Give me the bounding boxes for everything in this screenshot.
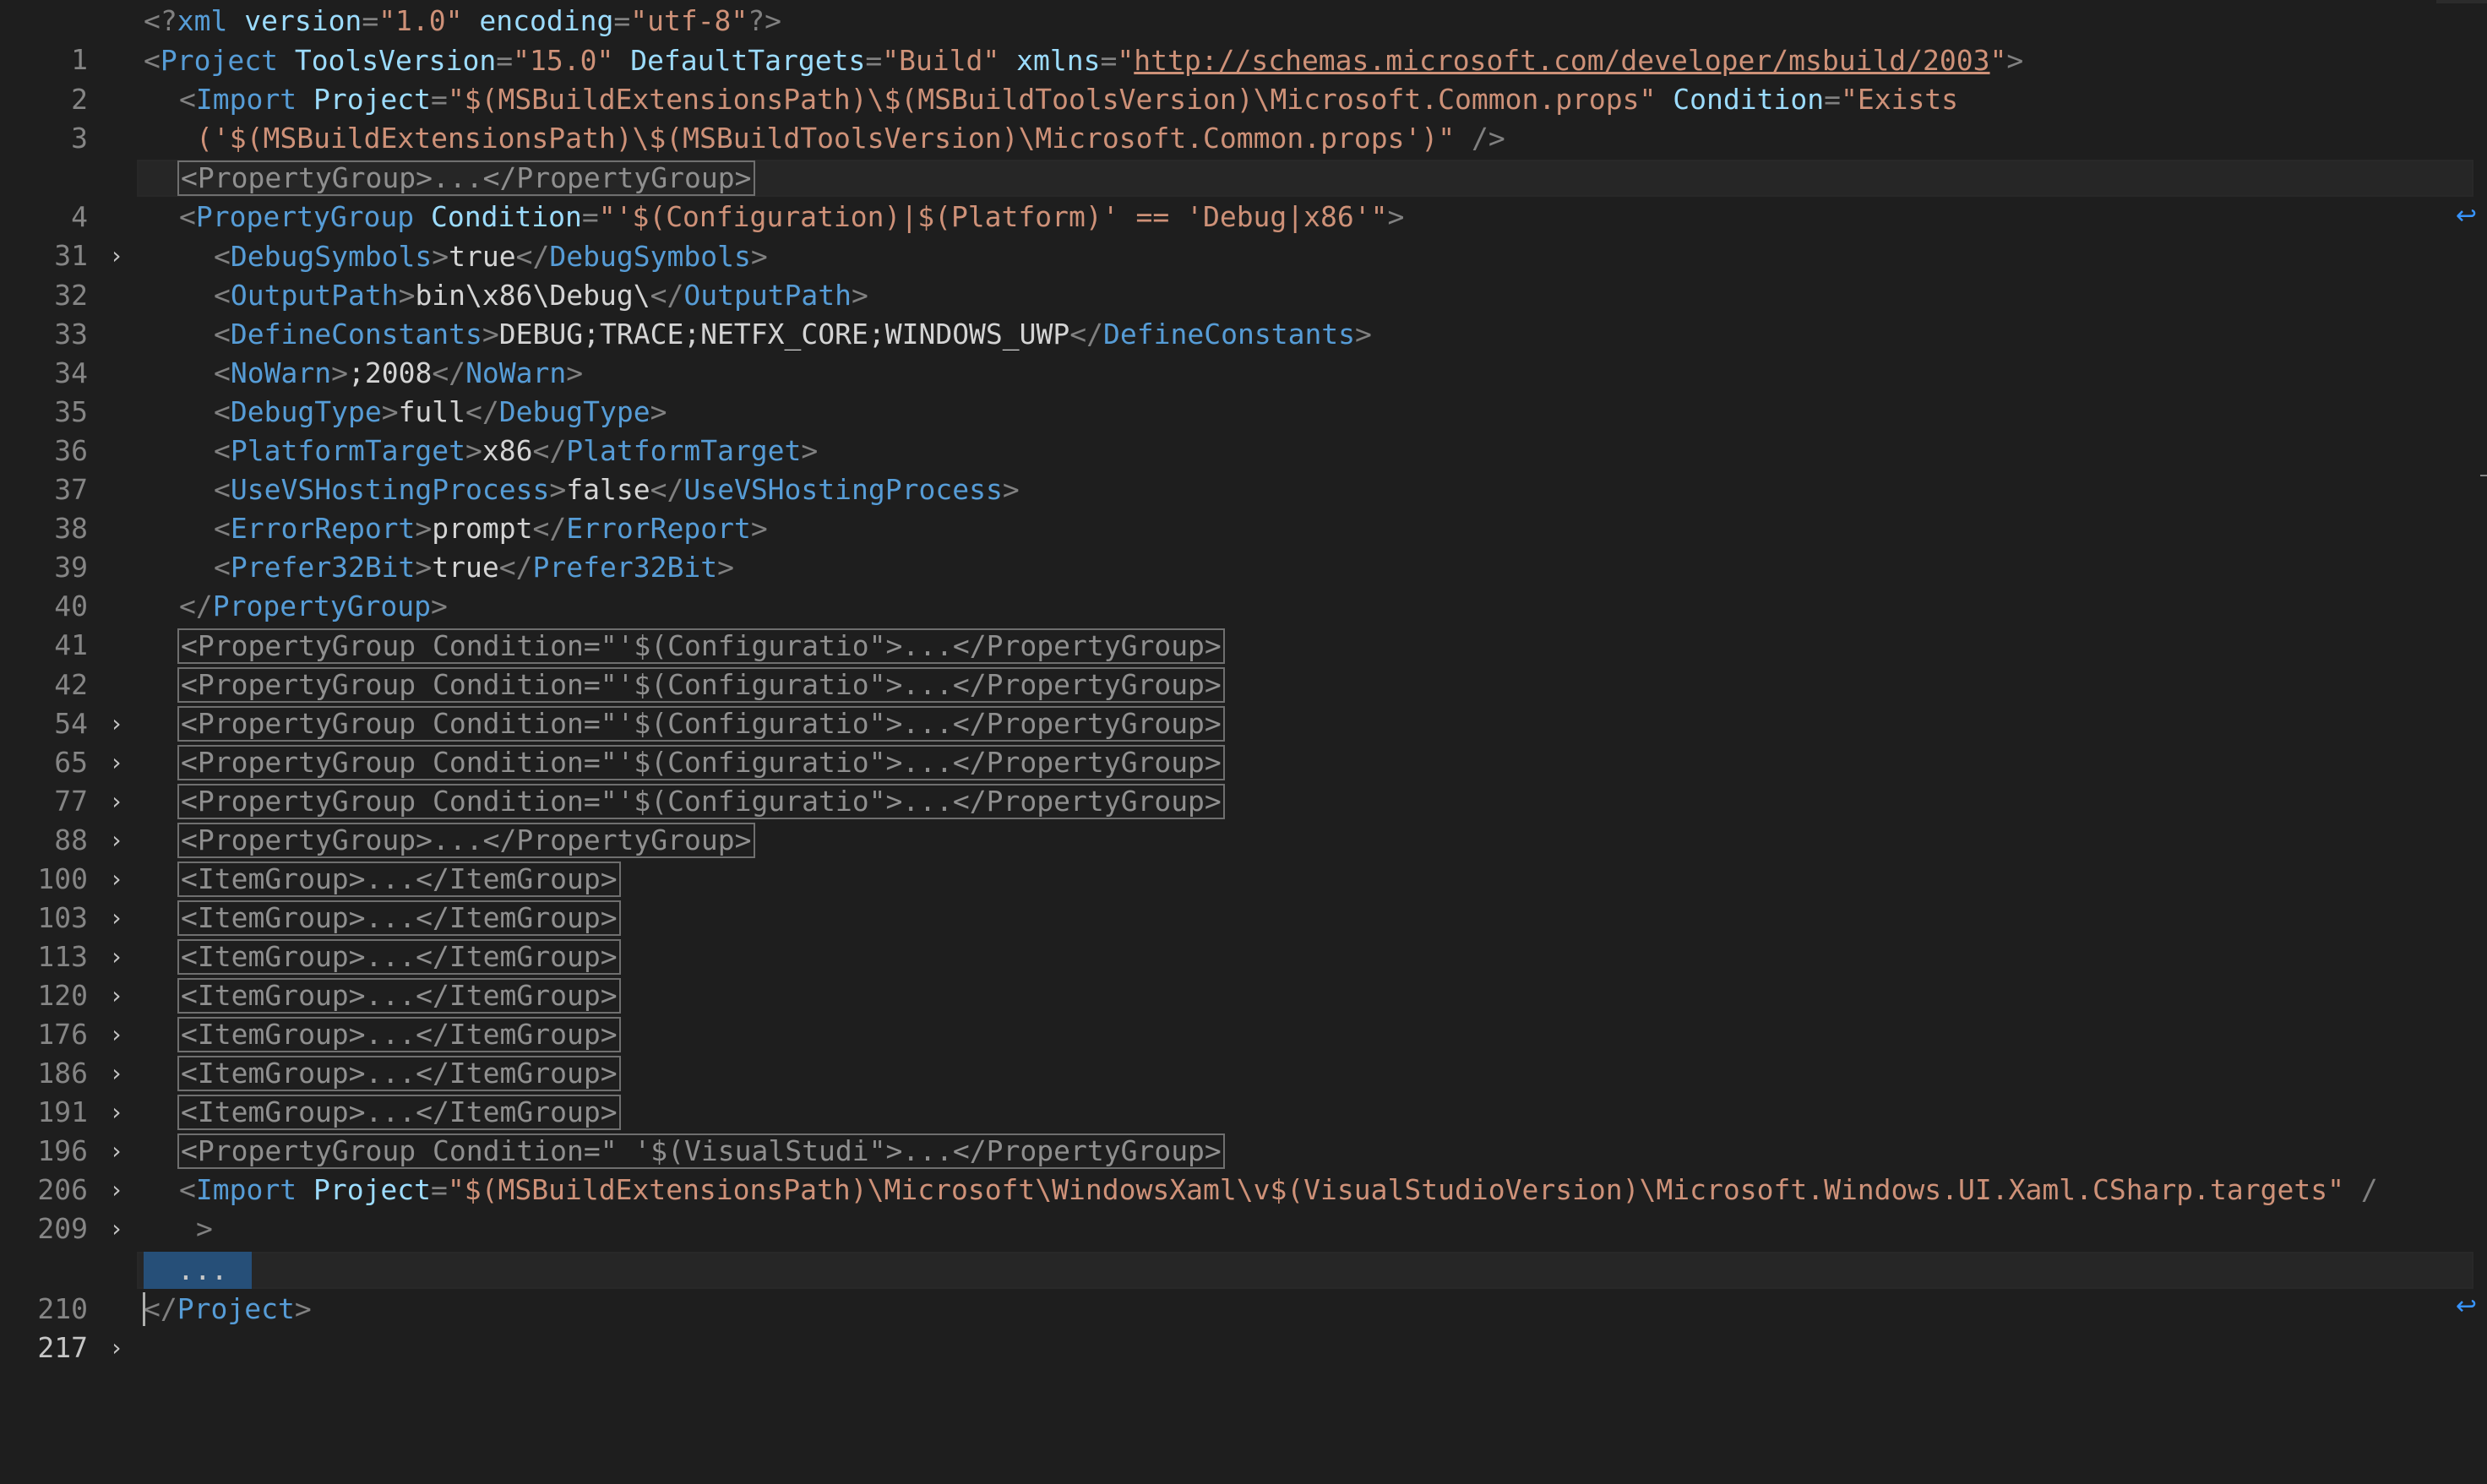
- code-text[interactable]: <ItemGroup>...</ItemGroup>: [177, 976, 621, 1015]
- folded-region[interactable]: <PropertyGroup Condition="'$(Configurati…: [177, 784, 1225, 819]
- code-line-folded[interactable]: 65 › <PropertyGroup Condition="'$(Config…: [0, 704, 2487, 815]
- code-line[interactable]: 2 <Project ToolsVersion="15.0" DefaultTa…: [0, 41, 2487, 116]
- code-text[interactable]: <ErrorReport>prompt</ErrorReport>: [214, 509, 768, 548]
- folded-region[interactable]: <PropertyGroup>...</PropertyGroup>: [177, 823, 755, 858]
- code-text[interactable]: <?xml version="1.0" encoding="utf-8"?>: [144, 2, 781, 41]
- code-line-folded[interactable]: 77 › <PropertyGroup Condition="'$(Config…: [0, 743, 2487, 854]
- code-text[interactable]: <Import Project="$(MSBuildExtensionsPath…: [179, 80, 1958, 119]
- folded-region[interactable]: <PropertyGroup Condition="'$(Configurati…: [177, 745, 1225, 780]
- code-text[interactable]: ('$(MSBuildExtensionsPath)\$(MSBuildTool…: [196, 119, 1505, 158]
- code-line[interactable]: 217 </Project>: [0, 1290, 2487, 1364]
- code-line-folded[interactable]: 191 › <ItemGroup>...</ItemGroup>: [0, 1054, 2487, 1165]
- line-number-active: 217: [37, 1331, 88, 1364]
- code-text[interactable]: <PropertyGroup Condition="'$(Configurati…: [177, 782, 1225, 821]
- code-text[interactable]: >: [196, 1209, 213, 1248]
- code-line[interactable]: 1 <?xml version="1.0" encoding="utf-8"?>: [0, 2, 2487, 76]
- chevron-right-icon[interactable]: ›: [105, 1329, 128, 1367]
- code-text[interactable]: <PropertyGroup Condition="'$(Configurati…: [177, 704, 1225, 743]
- code-text[interactable]: <Import Project="$(MSBuildExtensionsPath…: [179, 1171, 2378, 1209]
- code-line[interactable]: 36 <DebugType>full</DebugType>: [0, 393, 2487, 467]
- code-text[interactable]: ...: [144, 1251, 252, 1290]
- code-text[interactable]: <Project ToolsVersion="15.0" DefaultTarg…: [144, 41, 2023, 80]
- code-line-wrapped[interactable]: >: [0, 1209, 2487, 1248]
- code-text[interactable]: <ItemGroup>...</ItemGroup>: [177, 1054, 621, 1093]
- code-line[interactable]: 209 <Import Project="$(MSBuildExtensions…: [0, 1171, 2487, 1321]
- code-text[interactable]: <DebugType>full</DebugType>: [214, 393, 667, 432]
- folded-region[interactable]: <PropertyGroup Condition="'$(Configurati…: [177, 706, 1225, 742]
- code-line-folded[interactable]: 113 › <ItemGroup>...</ItemGroup>: [0, 899, 2487, 1009]
- code-text[interactable]: <PropertyGroup Condition=" '$(VisualStud…: [177, 1132, 1225, 1171]
- folded-region[interactable]: <ItemGroup>...</ItemGroup>: [177, 1095, 621, 1130]
- code-text[interactable]: <PropertyGroup Condition="'$(Configurati…: [177, 743, 1225, 782]
- code-text[interactable]: <PropertyGroup Condition="'$(Configurati…: [179, 198, 1404, 236]
- folded-region[interactable]: <PropertyGroup>...</PropertyGroup>: [177, 160, 755, 196]
- code-line[interactable]: 32 <DebugSymbols>true</DebugSymbols>: [0, 237, 2487, 312]
- code-editor[interactable]: 1 <?xml version="1.0" encoding="utf-8"?>…: [0, 0, 2487, 1364]
- folded-region[interactable]: <ItemGroup>...</ItemGroup>: [177, 939, 621, 975]
- code-text[interactable]: <NoWarn>;2008</NoWarn>: [214, 354, 583, 393]
- folded-region[interactable]: <PropertyGroup Condition=" '$(VisualStud…: [177, 1133, 1225, 1169]
- code-line[interactable]: 31 <PropertyGroup Condition="'$(Configur…: [0, 198, 2487, 272]
- folded-region[interactable]: <ItemGroup>...</ItemGroup>: [177, 1056, 621, 1091]
- code-text[interactable]: </PropertyGroup>: [179, 587, 448, 626]
- code-text[interactable]: <ItemGroup>...</ItemGroup>: [177, 938, 621, 976]
- code-line-folded[interactable]: 4 › <PropertyGroup>...</PropertyGroup>: [0, 159, 2487, 269]
- code-line-folded[interactable]: 100 › <PropertyGroup>...</PropertyGroup>: [0, 821, 2487, 932]
- code-line-folded[interactable]: 186 › <ItemGroup>...</ItemGroup>: [0, 1015, 2487, 1126]
- folded-region[interactable]: <ItemGroup>...</ItemGroup>: [177, 1017, 621, 1052]
- code-line-folded[interactable]: 210 › ...: [0, 1251, 2487, 1362]
- code-text[interactable]: <ItemGroup>...</ItemGroup>: [177, 1093, 621, 1132]
- folded-region[interactable]: <ItemGroup>...</ItemGroup>: [177, 862, 621, 897]
- code-line[interactable]: 37 <PlatformTarget>x86</PlatformTarget>: [0, 432, 2487, 506]
- text-caret: [143, 1292, 145, 1326]
- folded-region[interactable]: <ItemGroup>...</ItemGroup>: [177, 900, 621, 936]
- code-text[interactable]: <Prefer32Bit>true</Prefer32Bit>: [214, 548, 734, 587]
- code-text[interactable]: <ItemGroup>...</ItemGroup>: [177, 1015, 621, 1054]
- code-line-folded[interactable]: 103 › <ItemGroup>...</ItemGroup>: [0, 860, 2487, 970]
- code-line-folded[interactable]: 54 › <PropertyGroup Condition="'$(Config…: [0, 666, 2487, 776]
- code-line-wrapped[interactable]: ('$(MSBuildExtensionsPath)\$(MSBuildTool…: [0, 119, 2487, 158]
- code-text[interactable]: <PropertyGroup Condition="'$(Configurati…: [177, 666, 1225, 704]
- folded-region[interactable]: <PropertyGroup Condition="'$(Configurati…: [177, 628, 1225, 664]
- code-line[interactable]: 34 <DefineConstants>DEBUG;TRACE;NETFX_CO…: [0, 315, 2487, 389]
- code-text[interactable]: <PropertyGroup>...</PropertyGroup>: [177, 159, 755, 198]
- selected-folded-region[interactable]: ...: [144, 1252, 252, 1289]
- xmlns-link[interactable]: http://schemas.microsoft.com/developer/m…: [1134, 44, 1989, 77]
- code-line[interactable]: 3 <Import Project="$(MSBuildExtensionsPa…: [0, 80, 2487, 231]
- scrollbar-marker: [2480, 475, 2487, 476]
- code-line-folded[interactable]: 88 › <PropertyGroup Condition="'$(Config…: [0, 782, 2487, 893]
- code-text[interactable]: <UseVSHostingProcess>false</UseVSHosting…: [214, 470, 1020, 509]
- code-text[interactable]: <ItemGroup>...</ItemGroup>: [177, 860, 621, 899]
- code-line[interactable]: 40 <Prefer32Bit>true</Prefer32Bit>: [0, 548, 2487, 622]
- code-line[interactable]: 41 </PropertyGroup>: [0, 587, 2487, 661]
- code-line-folded[interactable]: 196 › <ItemGroup>...</ItemGroup>: [0, 1093, 2487, 1204]
- code-line-folded[interactable]: 120 › <ItemGroup>...</ItemGroup>: [0, 938, 2487, 1048]
- code-text[interactable]: <PropertyGroup Condition="'$(Configurati…: [177, 627, 1225, 666]
- folded-region[interactable]: <PropertyGroup Condition="'$(Configurati…: [177, 667, 1225, 703]
- code-text[interactable]: </Project>: [144, 1290, 312, 1329]
- code-line[interactable]: 38 <UseVSHostingProcess>false</UseVSHost…: [0, 470, 2487, 545]
- code-line-folded[interactable]: 206 › <PropertyGroup Condition=" '$(Visu…: [0, 1132, 2487, 1242]
- code-line[interactable]: 33 <OutputPath>bin\x86\Debug\</OutputPat…: [0, 276, 2487, 351]
- folded-region[interactable]: <ItemGroup>...</ItemGroup>: [177, 978, 621, 1014]
- code-line-folded[interactable]: 176 › <ItemGroup>...</ItemGroup>: [0, 976, 2487, 1087]
- code-line[interactable]: 35 <NoWarn>;2008</NoWarn>: [0, 354, 2487, 428]
- code-line-folded[interactable]: 42 › <PropertyGroup Condition="'$(Config…: [0, 627, 2487, 737]
- code-text[interactable]: <DefineConstants>DEBUG;TRACE;NETFX_CORE;…: [214, 315, 1372, 354]
- code-text[interactable]: <OutputPath>bin\x86\Debug\</OutputPath>: [214, 276, 868, 315]
- code-text[interactable]: <ItemGroup>...</ItemGroup>: [177, 899, 621, 938]
- code-text[interactable]: <DebugSymbols>true</DebugSymbols>: [214, 237, 768, 276]
- code-line[interactable]: 39 <ErrorReport>prompt</ErrorReport>: [0, 509, 2487, 584]
- code-text[interactable]: <PlatformTarget>x86</PlatformTarget>: [214, 432, 818, 470]
- code-text[interactable]: <PropertyGroup>...</PropertyGroup>: [177, 821, 755, 860]
